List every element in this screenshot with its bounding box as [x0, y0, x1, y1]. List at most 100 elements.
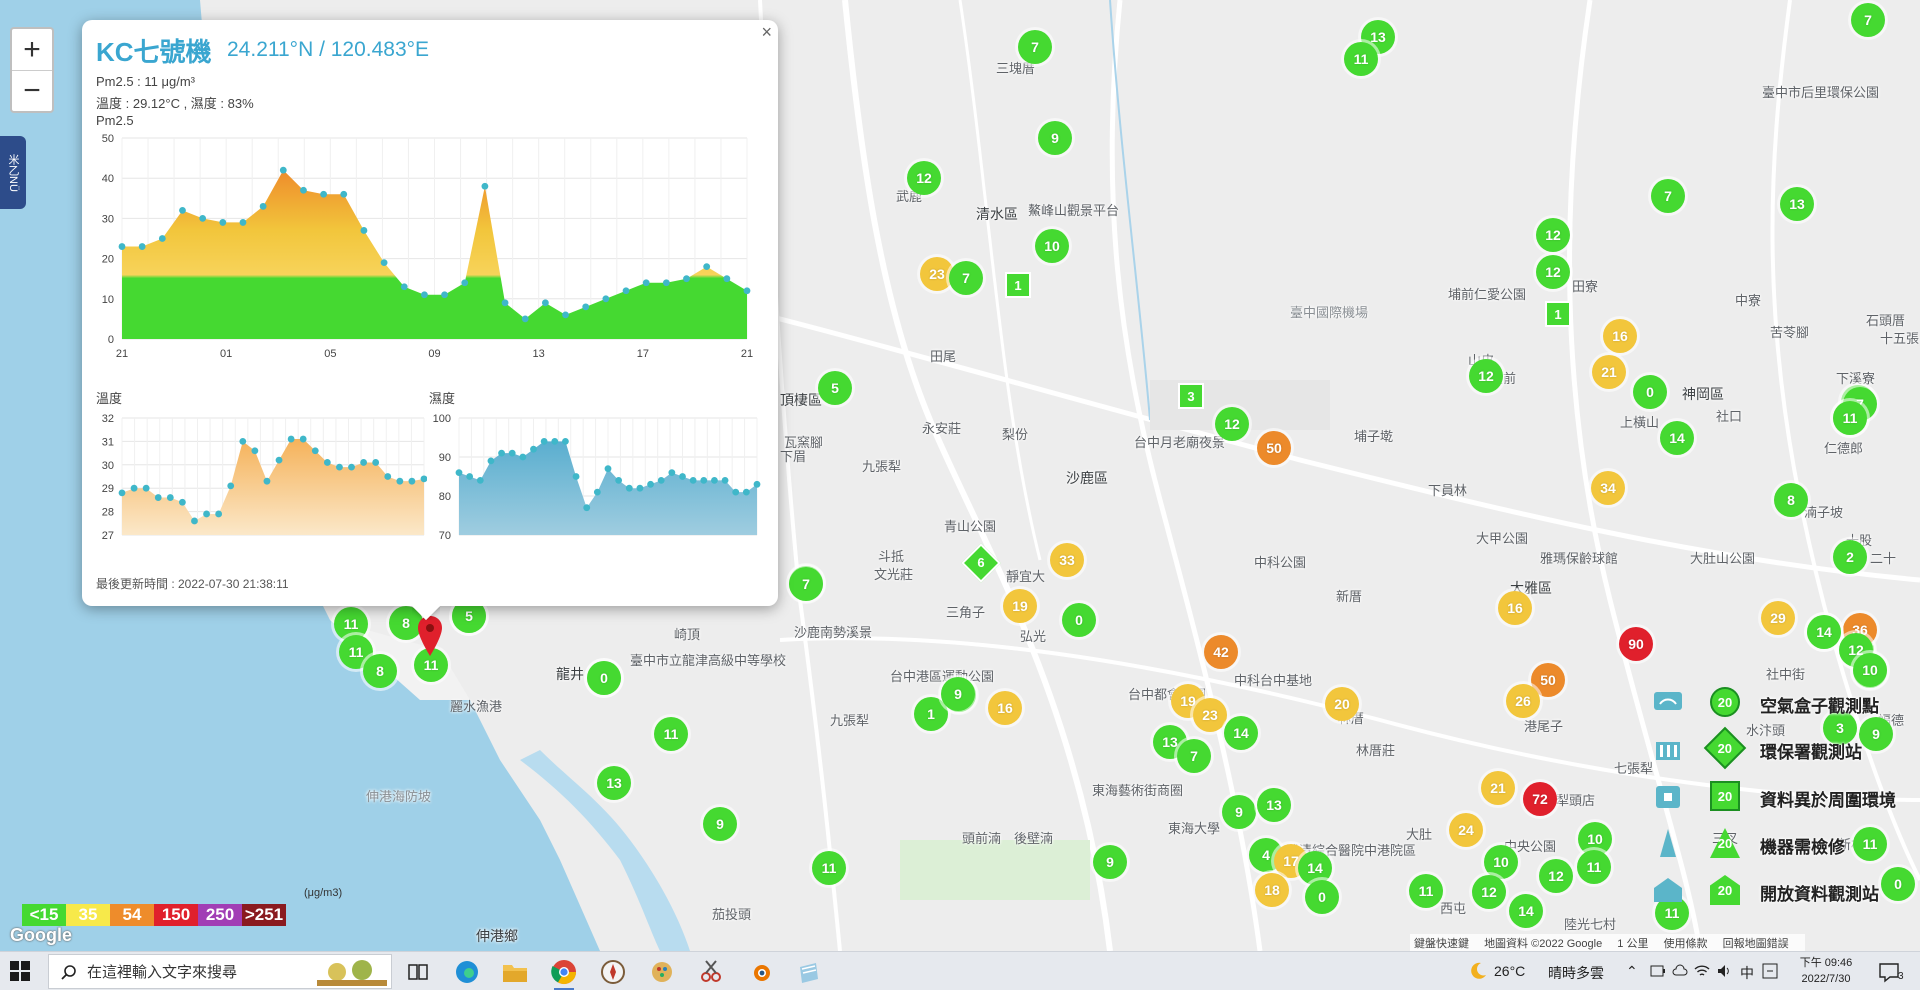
- station-marker[interactable]: 33: [1050, 543, 1084, 577]
- station-marker[interactable]: 12: [1536, 255, 1570, 289]
- station-marker[interactable]: 19: [1003, 589, 1037, 623]
- station-marker[interactable]: 16: [1603, 319, 1637, 353]
- blender-app-icon[interactable]: [744, 956, 776, 988]
- wifi-icon[interactable]: [1694, 963, 1710, 979]
- station-marker[interactable]: 23: [1193, 698, 1227, 732]
- notification-center-icon[interactable]: [1878, 961, 1900, 983]
- station-marker[interactable]: 29: [1761, 601, 1795, 635]
- station-marker[interactable]: 12: [1469, 359, 1503, 393]
- station-marker[interactable]: 12: [907, 161, 941, 195]
- scale-bar[interactable]: 1 公里: [1617, 938, 1648, 950]
- selected-location-pin-icon[interactable]: [418, 616, 442, 656]
- side-panel-tab[interactable]: 米乙NÜ: [0, 136, 26, 209]
- task-view-icon[interactable]: [402, 956, 434, 988]
- station-marker[interactable]: 10: [1853, 653, 1887, 687]
- station-marker[interactable]: 7: [1018, 30, 1052, 64]
- station-marker[interactable]: 11: [1344, 42, 1378, 76]
- compass-app-icon[interactable]: [597, 956, 629, 988]
- station-marker[interactable]: 11: [1833, 401, 1867, 435]
- station-marker[interactable]: 12: [1215, 407, 1249, 441]
- station-marker[interactable]: 7: [1651, 179, 1685, 213]
- taskbar-search-box[interactable]: 在這裡輸入文字來搜尋: [48, 954, 392, 989]
- station-marker[interactable]: 9: [941, 677, 975, 711]
- close-popup-button[interactable]: ×: [761, 22, 772, 43]
- edge-browser-icon[interactable]: [451, 956, 483, 988]
- station-marker[interactable]: 12: [1539, 859, 1573, 893]
- legend-row-anomaly[interactable]: 20 資料異於周圍環境: [1652, 778, 1920, 818]
- station-marker[interactable]: 13: [597, 766, 631, 800]
- battery-icon[interactable]: [1650, 963, 1666, 979]
- station-marker[interactable]: 20: [1325, 687, 1359, 721]
- station-marker[interactable]: 16: [1498, 591, 1532, 625]
- station-marker[interactable]: 14: [1224, 716, 1258, 750]
- station-marker[interactable]: 0: [587, 661, 621, 695]
- notepad-app-icon[interactable]: [793, 956, 825, 988]
- legend-row-open-data[interactable]: 20 開放資料觀測站: [1652, 872, 1920, 912]
- station-marker[interactable]: 5: [818, 371, 852, 405]
- station-marker[interactable]: 14: [1509, 894, 1543, 928]
- station-marker[interactable]: 11: [812, 851, 846, 885]
- legend-row-airbox[interactable]: 20 空氣盒子觀測點: [1652, 684, 1920, 724]
- windows-start-icon[interactable]: [10, 961, 30, 981]
- map[interactable]: 三塊厝 臺中市后里環保公園 武鹿 清水區 鰲峰山觀景平台 臺中國際機場 埔前仁愛…: [0, 0, 1920, 951]
- station-square-marker[interactable]: 1: [1545, 301, 1571, 327]
- weather-condition[interactable]: 晴時多雲: [1548, 963, 1604, 983]
- station-marker[interactable]: 10: [1484, 845, 1518, 879]
- station-marker[interactable]: 14: [1660, 421, 1694, 455]
- station-square-marker[interactable]: 1: [1005, 272, 1031, 298]
- legend-row-maintenance[interactable]: 20 機器需檢修: [1652, 825, 1920, 865]
- zoom-out-button[interactable]: −: [12, 70, 52, 111]
- cloud-sync-icon[interactable]: [1672, 963, 1688, 979]
- station-marker[interactable]: 10: [1035, 229, 1069, 263]
- snipping-tool-icon[interactable]: [695, 956, 727, 988]
- station-marker[interactable]: 18: [1255, 873, 1289, 907]
- zoom-in-button[interactable]: +: [12, 29, 52, 70]
- station-marker[interactable]: 72: [1523, 782, 1557, 816]
- terms-link[interactable]: 使用條款: [1664, 938, 1708, 950]
- station-marker[interactable]: 9: [1222, 795, 1256, 829]
- station-marker[interactable]: 9: [703, 807, 737, 841]
- station-marker[interactable]: 26: [1506, 684, 1540, 718]
- station-marker[interactable]: 0: [1062, 603, 1096, 637]
- station-marker[interactable]: 24: [1449, 813, 1483, 847]
- ime-indicator[interactable]: 中: [1740, 963, 1754, 983]
- station-square-marker[interactable]: 3: [1178, 383, 1204, 409]
- weather-temperature[interactable]: 26°C: [1494, 963, 1525, 979]
- system-clock[interactable]: 下午 09:46 2022/7/30: [1786, 955, 1866, 987]
- station-marker[interactable]: 42: [1204, 635, 1238, 669]
- station-marker[interactable]: 8: [1774, 483, 1808, 517]
- station-marker[interactable]: 50: [1257, 431, 1291, 465]
- show-hidden-icons-chevron-icon[interactable]: ⌃: [1626, 963, 1638, 980]
- station-marker[interactable]: 21: [1481, 771, 1515, 805]
- station-marker[interactable]: 12: [1472, 875, 1506, 909]
- station-marker[interactable]: 11: [654, 717, 688, 751]
- chrome-browser-icon[interactable]: [548, 956, 580, 990]
- report-error-link[interactable]: 回報地圖錯誤: [1723, 938, 1789, 950]
- station-marker[interactable]: 11: [1409, 874, 1443, 908]
- station-marker[interactable]: 9: [1093, 845, 1127, 879]
- station-marker[interactable]: 12: [1536, 218, 1570, 252]
- station-marker[interactable]: 34: [1591, 471, 1625, 505]
- station-marker[interactable]: 13: [1257, 788, 1291, 822]
- input-mode-icon[interactable]: [1762, 963, 1778, 979]
- legend-row-epa[interactable]: 20 環保署觀測站: [1652, 726, 1920, 770]
- station-marker[interactable]: 14: [1807, 615, 1841, 649]
- file-explorer-icon[interactable]: [499, 956, 531, 988]
- station-marker[interactable]: 16: [988, 691, 1022, 725]
- station-marker[interactable]: 90: [1619, 627, 1653, 661]
- paint-app-icon[interactable]: [646, 956, 678, 988]
- station-marker[interactable]: 7: [1851, 3, 1885, 37]
- station-marker[interactable]: 13: [1780, 187, 1814, 221]
- keyboard-shortcuts-link[interactable]: 鍵盤快速鍵: [1414, 938, 1469, 950]
- station-marker[interactable]: 21: [1592, 355, 1626, 389]
- station-marker[interactable]: 7: [949, 261, 983, 295]
- station-marker[interactable]: 9: [1038, 121, 1072, 155]
- volume-icon[interactable]: [1716, 963, 1732, 979]
- station-marker[interactable]: 11: [1577, 850, 1611, 884]
- station-marker[interactable]: 2: [1833, 540, 1867, 574]
- station-marker[interactable]: 7: [1177, 739, 1211, 773]
- station-marker[interactable]: 7: [789, 567, 823, 601]
- station-marker[interactable]: 8: [363, 654, 397, 688]
- station-marker[interactable]: 0: [1633, 375, 1667, 409]
- station-marker[interactable]: 0: [1305, 880, 1339, 914]
